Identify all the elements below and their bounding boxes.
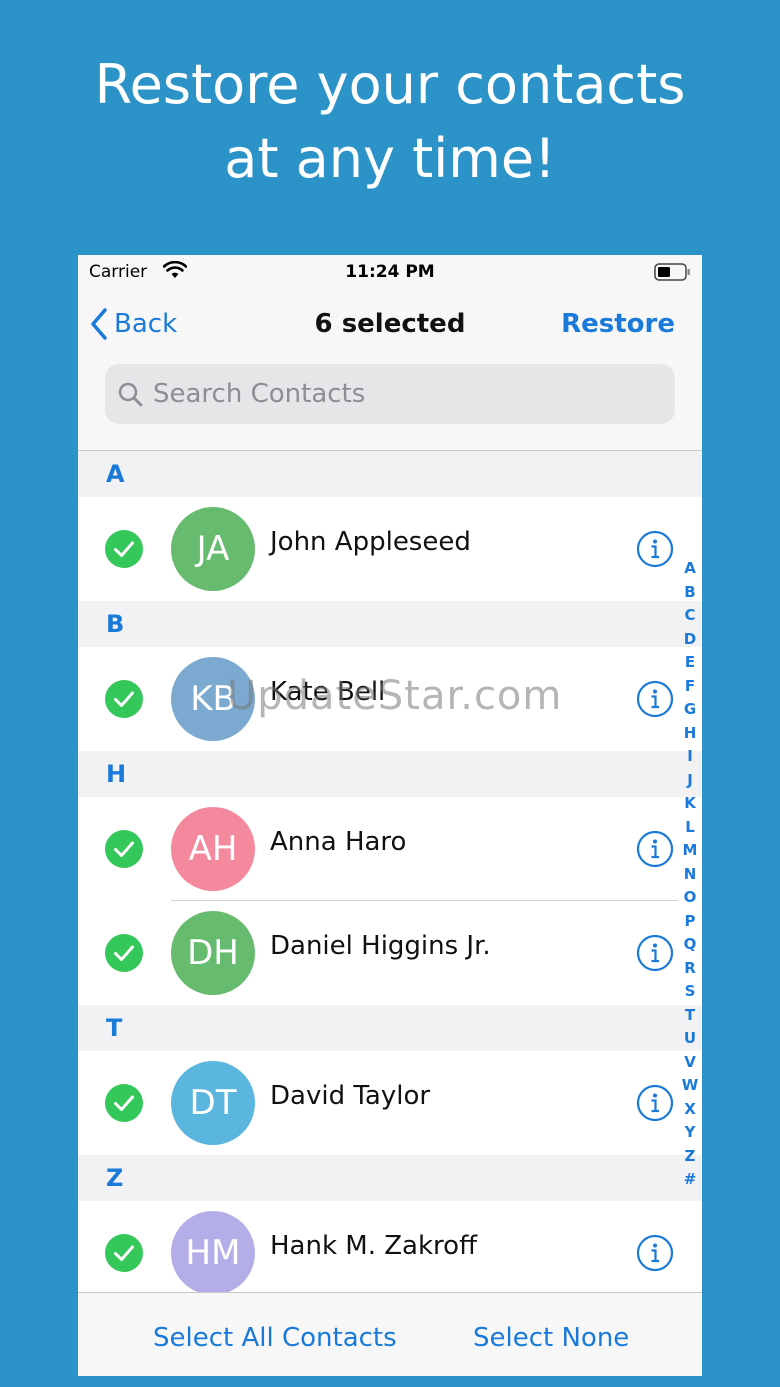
search-bar[interactable] xyxy=(105,364,675,424)
headline: Restore your contacts at any time! xyxy=(0,48,780,196)
index-letter[interactable]: Z xyxy=(680,1145,700,1169)
contact-row[interactable]: KB Kate Bell xyxy=(78,647,702,751)
info-icon[interactable] xyxy=(636,680,674,718)
select-all-button[interactable]: Select All Contacts xyxy=(153,1323,397,1353)
contact-name: Anna Haro xyxy=(270,827,407,857)
contact-row[interactable]: AH Anna Haro xyxy=(78,797,702,901)
search-input[interactable] xyxy=(153,379,633,409)
index-letter[interactable]: P xyxy=(680,910,700,934)
back-button[interactable]: Back xyxy=(90,307,177,341)
checkmark-circle-icon[interactable] xyxy=(105,1234,143,1272)
index-letter[interactable]: G xyxy=(680,698,700,722)
index-letter[interactable]: O xyxy=(680,886,700,910)
contact-name: David Taylor xyxy=(270,1081,431,1111)
index-letter[interactable]: K xyxy=(680,792,700,816)
index-letter[interactable]: # xyxy=(680,1168,700,1192)
index-letter[interactable]: T xyxy=(680,1004,700,1028)
index-letter[interactable]: S xyxy=(680,980,700,1004)
contact-name: John Appleseed xyxy=(270,527,471,557)
info-icon[interactable] xyxy=(636,830,674,868)
index-letter[interactable]: X xyxy=(680,1098,700,1122)
bottom-toolbar: Select All Contacts Select None xyxy=(78,1292,702,1376)
avatar: AH xyxy=(171,807,255,891)
checkmark-circle-icon[interactable] xyxy=(105,1084,143,1122)
section-index[interactable]: A B C D E F G H I J K L M N O P Q R S T … xyxy=(680,557,700,1192)
section-header-a: A xyxy=(78,451,702,497)
index-letter[interactable]: U xyxy=(680,1027,700,1051)
contact-list: A JA John Appleseed B KB Kate Bell H AH … xyxy=(78,451,702,1305)
section-header-h: H xyxy=(78,751,702,797)
contact-name: Kate Bell xyxy=(270,677,386,707)
status-bar: Carrier 11:24 PM xyxy=(78,255,702,289)
contact-row[interactable]: DH Daniel Higgins Jr. xyxy=(78,901,702,1005)
contact-row[interactable]: DT David Taylor xyxy=(78,1051,702,1155)
contact-row[interactable]: JA John Appleseed xyxy=(78,497,702,601)
navigation-bar: Back 6 selected Restore xyxy=(78,289,702,451)
chevron-left-icon xyxy=(91,308,107,340)
checkmark-circle-icon[interactable] xyxy=(105,530,143,568)
info-icon[interactable] xyxy=(636,1234,674,1272)
index-letter[interactable]: D xyxy=(680,628,700,652)
index-letter[interactable]: E xyxy=(680,651,700,675)
back-label: Back xyxy=(114,309,178,339)
index-letter[interactable]: V xyxy=(680,1051,700,1075)
battery-icon xyxy=(654,263,692,286)
headline-line-1: Restore your contacts xyxy=(94,53,686,116)
info-icon[interactable] xyxy=(636,530,674,568)
phone-screen: Carrier 11:24 PM Back 6 selected Restore xyxy=(78,255,702,1376)
index-letter[interactable]: A xyxy=(680,557,700,581)
restore-button[interactable]: Restore xyxy=(561,309,675,339)
index-letter[interactable]: L xyxy=(680,816,700,840)
avatar: JA xyxy=(171,507,255,591)
avatar: KB xyxy=(171,657,255,741)
index-letter[interactable]: C xyxy=(680,604,700,628)
headline-line-2: at any time! xyxy=(224,127,556,190)
index-letter[interactable]: F xyxy=(680,675,700,699)
index-letter[interactable]: B xyxy=(680,581,700,605)
index-letter[interactable]: N xyxy=(680,863,700,887)
index-letter[interactable]: H xyxy=(680,722,700,746)
index-letter[interactable]: R xyxy=(680,957,700,981)
checkmark-circle-icon[interactable] xyxy=(105,680,143,718)
info-icon[interactable] xyxy=(636,934,674,972)
section-header-t: T xyxy=(78,1005,702,1051)
avatar: HM xyxy=(171,1211,255,1295)
section-header-z: Z xyxy=(78,1155,702,1201)
contact-name: Daniel Higgins Jr. xyxy=(270,931,491,961)
avatar: DT xyxy=(171,1061,255,1145)
contact-row[interactable]: HM Hank M. Zakroff xyxy=(78,1201,702,1305)
index-letter[interactable]: J xyxy=(680,769,700,793)
index-letter[interactable]: I xyxy=(680,745,700,769)
select-none-button[interactable]: Select None xyxy=(473,1323,629,1353)
checkmark-circle-icon[interactable] xyxy=(105,934,143,972)
info-icon[interactable] xyxy=(636,1084,674,1122)
index-letter[interactable]: Q xyxy=(680,933,700,957)
checkmark-circle-icon[interactable] xyxy=(105,830,143,868)
avatar: DH xyxy=(171,911,255,995)
index-letter[interactable]: M xyxy=(680,839,700,863)
index-letter[interactable]: Y xyxy=(680,1121,700,1145)
contact-name: Hank M. Zakroff xyxy=(270,1231,477,1261)
section-header-b: B xyxy=(78,601,702,647)
status-time: 11:24 PM xyxy=(345,262,435,282)
index-letter[interactable]: W xyxy=(680,1074,700,1098)
search-icon xyxy=(118,382,143,407)
